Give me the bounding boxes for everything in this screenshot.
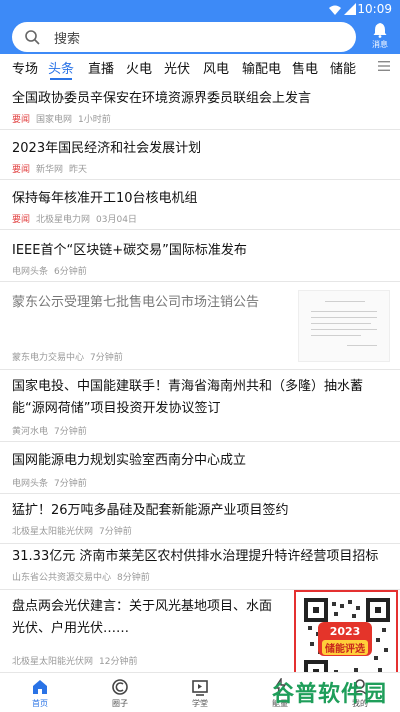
tab-chuneng[interactable]: 储能: [330, 58, 356, 77]
news-title: 盘点两会光伏建言：关于风光基地项目、水面光伏、户用光伏……: [12, 599, 273, 636]
status-bar: 10:09: [0, 0, 400, 20]
news-source: 电网头条: [12, 267, 49, 277]
bell-icon: [373, 23, 387, 38]
news-meta: 山东省公共资源交易中心 8分钟前: [12, 570, 150, 583]
news-time: 8分钟前: [117, 573, 150, 583]
news-thumbnail: [298, 290, 390, 362]
watermark: 谷普软件园: [272, 682, 388, 707]
news-source: 蒙东电力交易中心: [12, 353, 85, 363]
news-item[interactable]: 国网能源电力规划实验室西南分中心成立 电网头条 7分钟前: [0, 442, 400, 494]
classroom-icon: [192, 680, 208, 696]
news-time: 昨天: [69, 165, 88, 175]
news-time: 7分钟前: [99, 527, 132, 537]
news-meta: 黄河水电 7分钟前: [12, 424, 87, 437]
news-source: 北极星太阳能光伏网: [12, 657, 94, 667]
news-item[interactable]: 猛扩！26万吨多晶硅及配套新能源产业项目签约 北极星太阳能光伏网 7分钟前: [0, 494, 400, 544]
nav-classroom[interactable]: 学堂: [160, 673, 240, 712]
news-time: 12分钟前: [99, 657, 138, 667]
search-input[interactable]: 搜索: [12, 22, 356, 52]
message-label: 消息: [372, 40, 388, 49]
tab-guangfu[interactable]: 光伏: [164, 58, 190, 77]
tab-zhibo[interactable]: 直播: [88, 58, 114, 77]
news-tag: 要闻: [12, 165, 31, 175]
news-tag: 要闻: [12, 115, 31, 125]
news-title: 31.33亿元 济南市莱芜区农村供排水治理提升特许经营项目招标: [12, 549, 379, 564]
nav-circle[interactable]: 圈子: [80, 673, 160, 712]
news-meta: 要闻 北极星电力网 03月04日: [12, 212, 137, 225]
news-source: 电网头条: [12, 479, 49, 489]
wifi-icon: [329, 5, 341, 15]
nav-label: 学堂: [192, 699, 208, 708]
top-bar: 搜索 消息: [0, 20, 400, 54]
tab-toutiao[interactable]: 头条: [48, 58, 74, 77]
news-item[interactable]: 国家电投、中国能建联手！青海省海南州共和（多隆）抽水蓄能“源网荷储”项目投资开发…: [0, 370, 400, 442]
news-meta: 电网头条 6分钟前: [12, 264, 87, 277]
nav-label: 首页: [32, 699, 48, 708]
status-time: 10:09: [357, 2, 392, 16]
news-feed: 全国政协委员辛保安在环境资源界委员联组会上发言 要闻 国家电网 1小时前 2023年…: [0, 80, 400, 672]
news-time: 7分钟前: [54, 427, 87, 437]
news-item[interactable]: 31.33亿元 济南市莱芜区农村供排水治理提升特许经营项目招标 山东省公共资源交…: [0, 544, 400, 590]
tab-shoudian[interactable]: 售电: [292, 58, 318, 77]
news-title: 全国政协委员辛保安在环境资源界委员联组会上发言: [12, 91, 312, 106]
signal-icon: [344, 3, 356, 15]
news-time: 7分钟前: [54, 479, 87, 489]
tab-fengdian[interactable]: 风电: [203, 58, 229, 77]
nav-label: 圈子: [112, 699, 128, 708]
tab-huodian[interactable]: 火电: [126, 58, 152, 77]
news-title: IEEE首个“区块链+碳交易”国际标准发布: [12, 243, 247, 258]
news-title: 保持每年核准开工10台核电机组: [12, 191, 198, 206]
news-item[interactable]: 全国政协委员辛保安在环境资源界委员联组会上发言 要闻 国家电网 1小时前: [0, 80, 400, 130]
search-icon: [25, 30, 40, 45]
news-source: 国家电网: [36, 115, 73, 125]
category-tabs: 专场 头条 直播 火电 光伏 风电 输配电 售电 储能: [0, 54, 400, 80]
menu-icon[interactable]: [378, 61, 390, 71]
tab-shupeidian[interactable]: 输配电: [242, 58, 281, 77]
circle-icon: [112, 679, 128, 695]
news-item-with-image[interactable]: 蒙东公示受理第七批售电公司市场注销公告 蒙东电力交易中心 7分钟前: [0, 282, 400, 370]
news-time: 03月04日: [96, 215, 137, 225]
news-meta: 电网头条 7分钟前: [12, 476, 87, 489]
news-time: 7分钟前: [90, 353, 123, 363]
promo-text: 储能评选: [322, 640, 368, 655]
news-source: 黄河水电: [12, 427, 49, 437]
news-title: 蒙东公示受理第七批售电公司市场注销公告: [12, 295, 260, 310]
news-title: 2023年国民经济和社会发展计划: [12, 141, 202, 156]
news-meta: 北极星太阳能光伏网 7分钟前: [12, 524, 132, 537]
news-source: 山东省公共资源交易中心: [12, 573, 112, 583]
home-icon: [33, 680, 47, 694]
news-meta: 要闻 新华网 昨天: [12, 162, 87, 175]
message-button[interactable]: 消息: [366, 20, 394, 54]
news-time: 6分钟前: [54, 267, 87, 277]
news-source: 北极星太阳能光伏网: [12, 527, 94, 537]
news-source: 北极星电力网: [36, 215, 91, 225]
news-item[interactable]: 保持每年核准开工10台核电机组 要闻 北极星电力网 03月04日: [0, 180, 400, 230]
tab-zhuanchang[interactable]: 专场: [12, 58, 38, 77]
nav-home[interactable]: 首页: [0, 673, 80, 712]
news-item[interactable]: 2023年国民经济和社会发展计划 要闻 新华网 昨天: [0, 130, 400, 180]
news-title: 国网能源电力规划实验室西南分中心成立: [12, 453, 247, 468]
news-time: 1小时前: [78, 115, 111, 125]
news-title: 国家电投、中国能建联手！青海省海南州共和（多隆）抽水蓄能“源网荷储”项目投资开发…: [12, 379, 364, 416]
promo-year: 2023: [329, 625, 361, 638]
search-placeholder: 搜索: [54, 32, 81, 47]
news-tag: 要闻: [12, 215, 31, 225]
news-item[interactable]: IEEE首个“区块链+碳交易”国际标准发布 电网头条 6分钟前: [0, 230, 400, 282]
news-meta: 北极星太阳能光伏网 12分钟前: [12, 654, 137, 667]
news-source: 新华网: [36, 165, 64, 175]
news-title: 猛扩！26万吨多晶硅及配套新能源产业项目签约: [12, 503, 289, 518]
promo-badge: 2023 储能评选: [318, 622, 372, 656]
news-meta: 要闻 国家电网 1小时前: [12, 112, 111, 125]
news-meta: 蒙东电力交易中心 7分钟前: [12, 350, 123, 363]
